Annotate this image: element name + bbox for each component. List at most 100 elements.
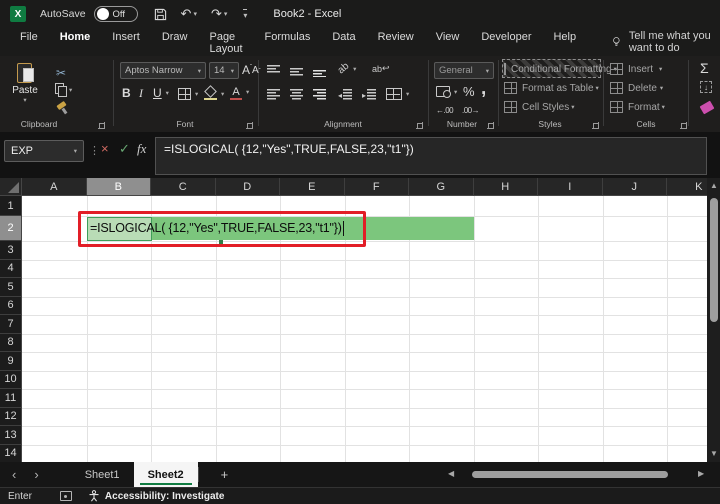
row-header-8[interactable]: 8: [0, 333, 22, 352]
borders-button[interactable]: ▾: [178, 88, 198, 100]
italic-button[interactable]: I: [139, 86, 143, 101]
format-as-table-button[interactable]: Format as Table ▾: [504, 79, 600, 97]
tab-developer[interactable]: Developer: [471, 25, 541, 60]
fill-color-button[interactable]: ▾: [204, 87, 224, 100]
vertical-scrollbar[interactable]: ▲ ▼: [707, 178, 720, 462]
tab-insert[interactable]: Insert: [102, 25, 150, 60]
scroll-down-icon[interactable]: ▼: [710, 449, 718, 458]
tab-page-layout[interactable]: Page Layout: [199, 25, 252, 60]
format-cells-button[interactable]: Format ▾: [610, 98, 682, 116]
increase-decimal-button[interactable]: ←.00: [436, 106, 454, 115]
column-header-b[interactable]: B: [86, 178, 151, 196]
column-header-h[interactable]: H: [473, 178, 538, 196]
tab-home[interactable]: Home: [49, 25, 101, 60]
row-header-14[interactable]: 14: [0, 444, 22, 462]
next-sheet-icon[interactable]: ›: [34, 467, 38, 482]
tab-file[interactable]: File: [10, 25, 48, 60]
column-header-e[interactable]: E: [280, 178, 345, 196]
macro-record-icon[interactable]: [59, 491, 72, 501]
comma-style-button[interactable]: ,: [481, 78, 486, 100]
row-header-2[interactable]: 2: [0, 216, 22, 241]
middle-align-button[interactable]: [290, 65, 303, 77]
redo-caret-icon[interactable]: ▾: [224, 10, 228, 18]
number-dialog-launcher[interactable]: [487, 122, 494, 129]
percent-style-button[interactable]: %: [463, 84, 475, 99]
tab-view[interactable]: View: [426, 25, 470, 60]
select-all-corner[interactable]: [0, 178, 22, 196]
styles-dialog-launcher[interactable]: [592, 122, 599, 129]
number-format-select[interactable]: General ▾: [434, 62, 494, 79]
row-header-10[interactable]: 10: [0, 370, 22, 389]
increase-indent-button[interactable]: ▸: [362, 89, 377, 101]
row-header-6[interactable]: 6: [0, 296, 22, 315]
align-right-button[interactable]: [313, 89, 326, 101]
horizontal-scrollbar-thumb[interactable]: [472, 471, 668, 478]
new-sheet-button[interactable]: +: [221, 467, 229, 482]
shrink-font-button[interactable]: Aˇ: [252, 65, 261, 76]
decrease-decimal-button[interactable]: .00→: [462, 106, 480, 115]
font-size-select[interactable]: 14 ▾: [209, 62, 239, 79]
tab-help[interactable]: Help: [543, 25, 586, 60]
bottom-align-button[interactable]: [313, 65, 326, 77]
orientation-button[interactable]: ab ▾: [336, 61, 357, 77]
horizontal-scrollbar[interactable]: [462, 470, 696, 479]
redo-button[interactable]: ↷ ▾: [211, 6, 227, 22]
column-header-j[interactable]: J: [602, 178, 667, 196]
fill-button[interactable]: ↓: [700, 81, 712, 93]
decrease-indent-button[interactable]: ◂: [338, 89, 353, 101]
align-left-button[interactable]: [267, 89, 280, 101]
delete-cells-button[interactable]: Delete ▾: [610, 79, 682, 97]
grow-font-button[interactable]: Aˆ: [242, 63, 252, 77]
row-header-3[interactable]: 3: [0, 241, 22, 260]
column-header-k[interactable]: K: [667, 178, 707, 196]
paste-button[interactable]: Paste ▾: [8, 62, 42, 104]
bold-button[interactable]: B: [122, 86, 131, 100]
insert-function-button[interactable]: fx: [137, 141, 146, 157]
formula-bar-dots-icon[interactable]: ⋮: [89, 144, 100, 157]
enter-button[interactable]: ✓: [119, 141, 130, 157]
prev-sheet-icon[interactable]: ‹: [12, 467, 16, 482]
column-header-c[interactable]: C: [151, 178, 216, 196]
cut-button[interactable]: ✂: [56, 64, 66, 82]
copy-button[interactable]: ▾: [55, 83, 72, 97]
alignment-dialog-launcher[interactable]: [416, 122, 423, 129]
insert-cells-button[interactable]: Insert ▾: [610, 60, 682, 78]
row-header-11[interactable]: 11: [0, 389, 22, 408]
row-header-4[interactable]: 4: [0, 259, 22, 278]
column-header-g[interactable]: G: [409, 178, 474, 196]
underline-button[interactable]: U ▾: [153, 86, 169, 100]
customize-quick-access-button[interactable]: ▾: [241, 8, 248, 20]
scroll-up-icon[interactable]: ▲: [710, 181, 718, 190]
tab-data[interactable]: Data: [322, 25, 365, 60]
column-header-d[interactable]: D: [215, 178, 280, 196]
column-header-i[interactable]: I: [538, 178, 603, 196]
cancel-button[interactable]: ×: [101, 141, 109, 156]
font-dialog-launcher[interactable]: [246, 122, 253, 129]
accessibility-checker[interactable]: Accessibility: Investigate: [88, 490, 224, 502]
autosave-toggle[interactable]: Off: [93, 6, 138, 22]
sheet-tab-sheet2[interactable]: Sheet2: [133, 462, 198, 487]
save-button[interactable]: [154, 8, 167, 21]
sheet-tab-sheet1[interactable]: Sheet1: [71, 462, 134, 487]
autosum-button[interactable]: Σ: [700, 60, 709, 76]
clipboard-dialog-launcher[interactable]: [98, 122, 105, 129]
tab-review[interactable]: Review: [368, 25, 424, 60]
top-align-button[interactable]: [267, 65, 280, 77]
wrap-text-button[interactable]: ab ↩: [372, 63, 390, 74]
vertical-scrollbar-thumb[interactable]: [709, 198, 718, 322]
row-header-9[interactable]: 9: [0, 352, 22, 371]
format-painter-button[interactable]: [56, 102, 68, 114]
formula-input[interactable]: =ISLOGICAL( {12,"Yes",TRUE,FALSE,23,"t1"…: [155, 137, 707, 175]
cells-dialog-launcher[interactable]: [680, 122, 687, 129]
font-color-button[interactable]: A ▾: [230, 87, 249, 100]
cell-styles-button[interactable]: Cell Styles ▾: [504, 98, 600, 116]
tab-draw[interactable]: Draw: [152, 25, 198, 60]
row-header-1[interactable]: 1: [0, 196, 22, 216]
undo-button[interactable]: ↶ ▾: [181, 6, 197, 22]
merge-center-button[interactable]: ▾: [386, 88, 409, 100]
clear-button[interactable]: [699, 100, 715, 115]
column-header-a[interactable]: A: [22, 178, 87, 196]
tell-me-search[interactable]: Tell me what you want to do: [612, 30, 720, 54]
name-box[interactable]: EXP ▾: [4, 140, 84, 162]
accounting-format-button[interactable]: ▾: [436, 86, 457, 98]
